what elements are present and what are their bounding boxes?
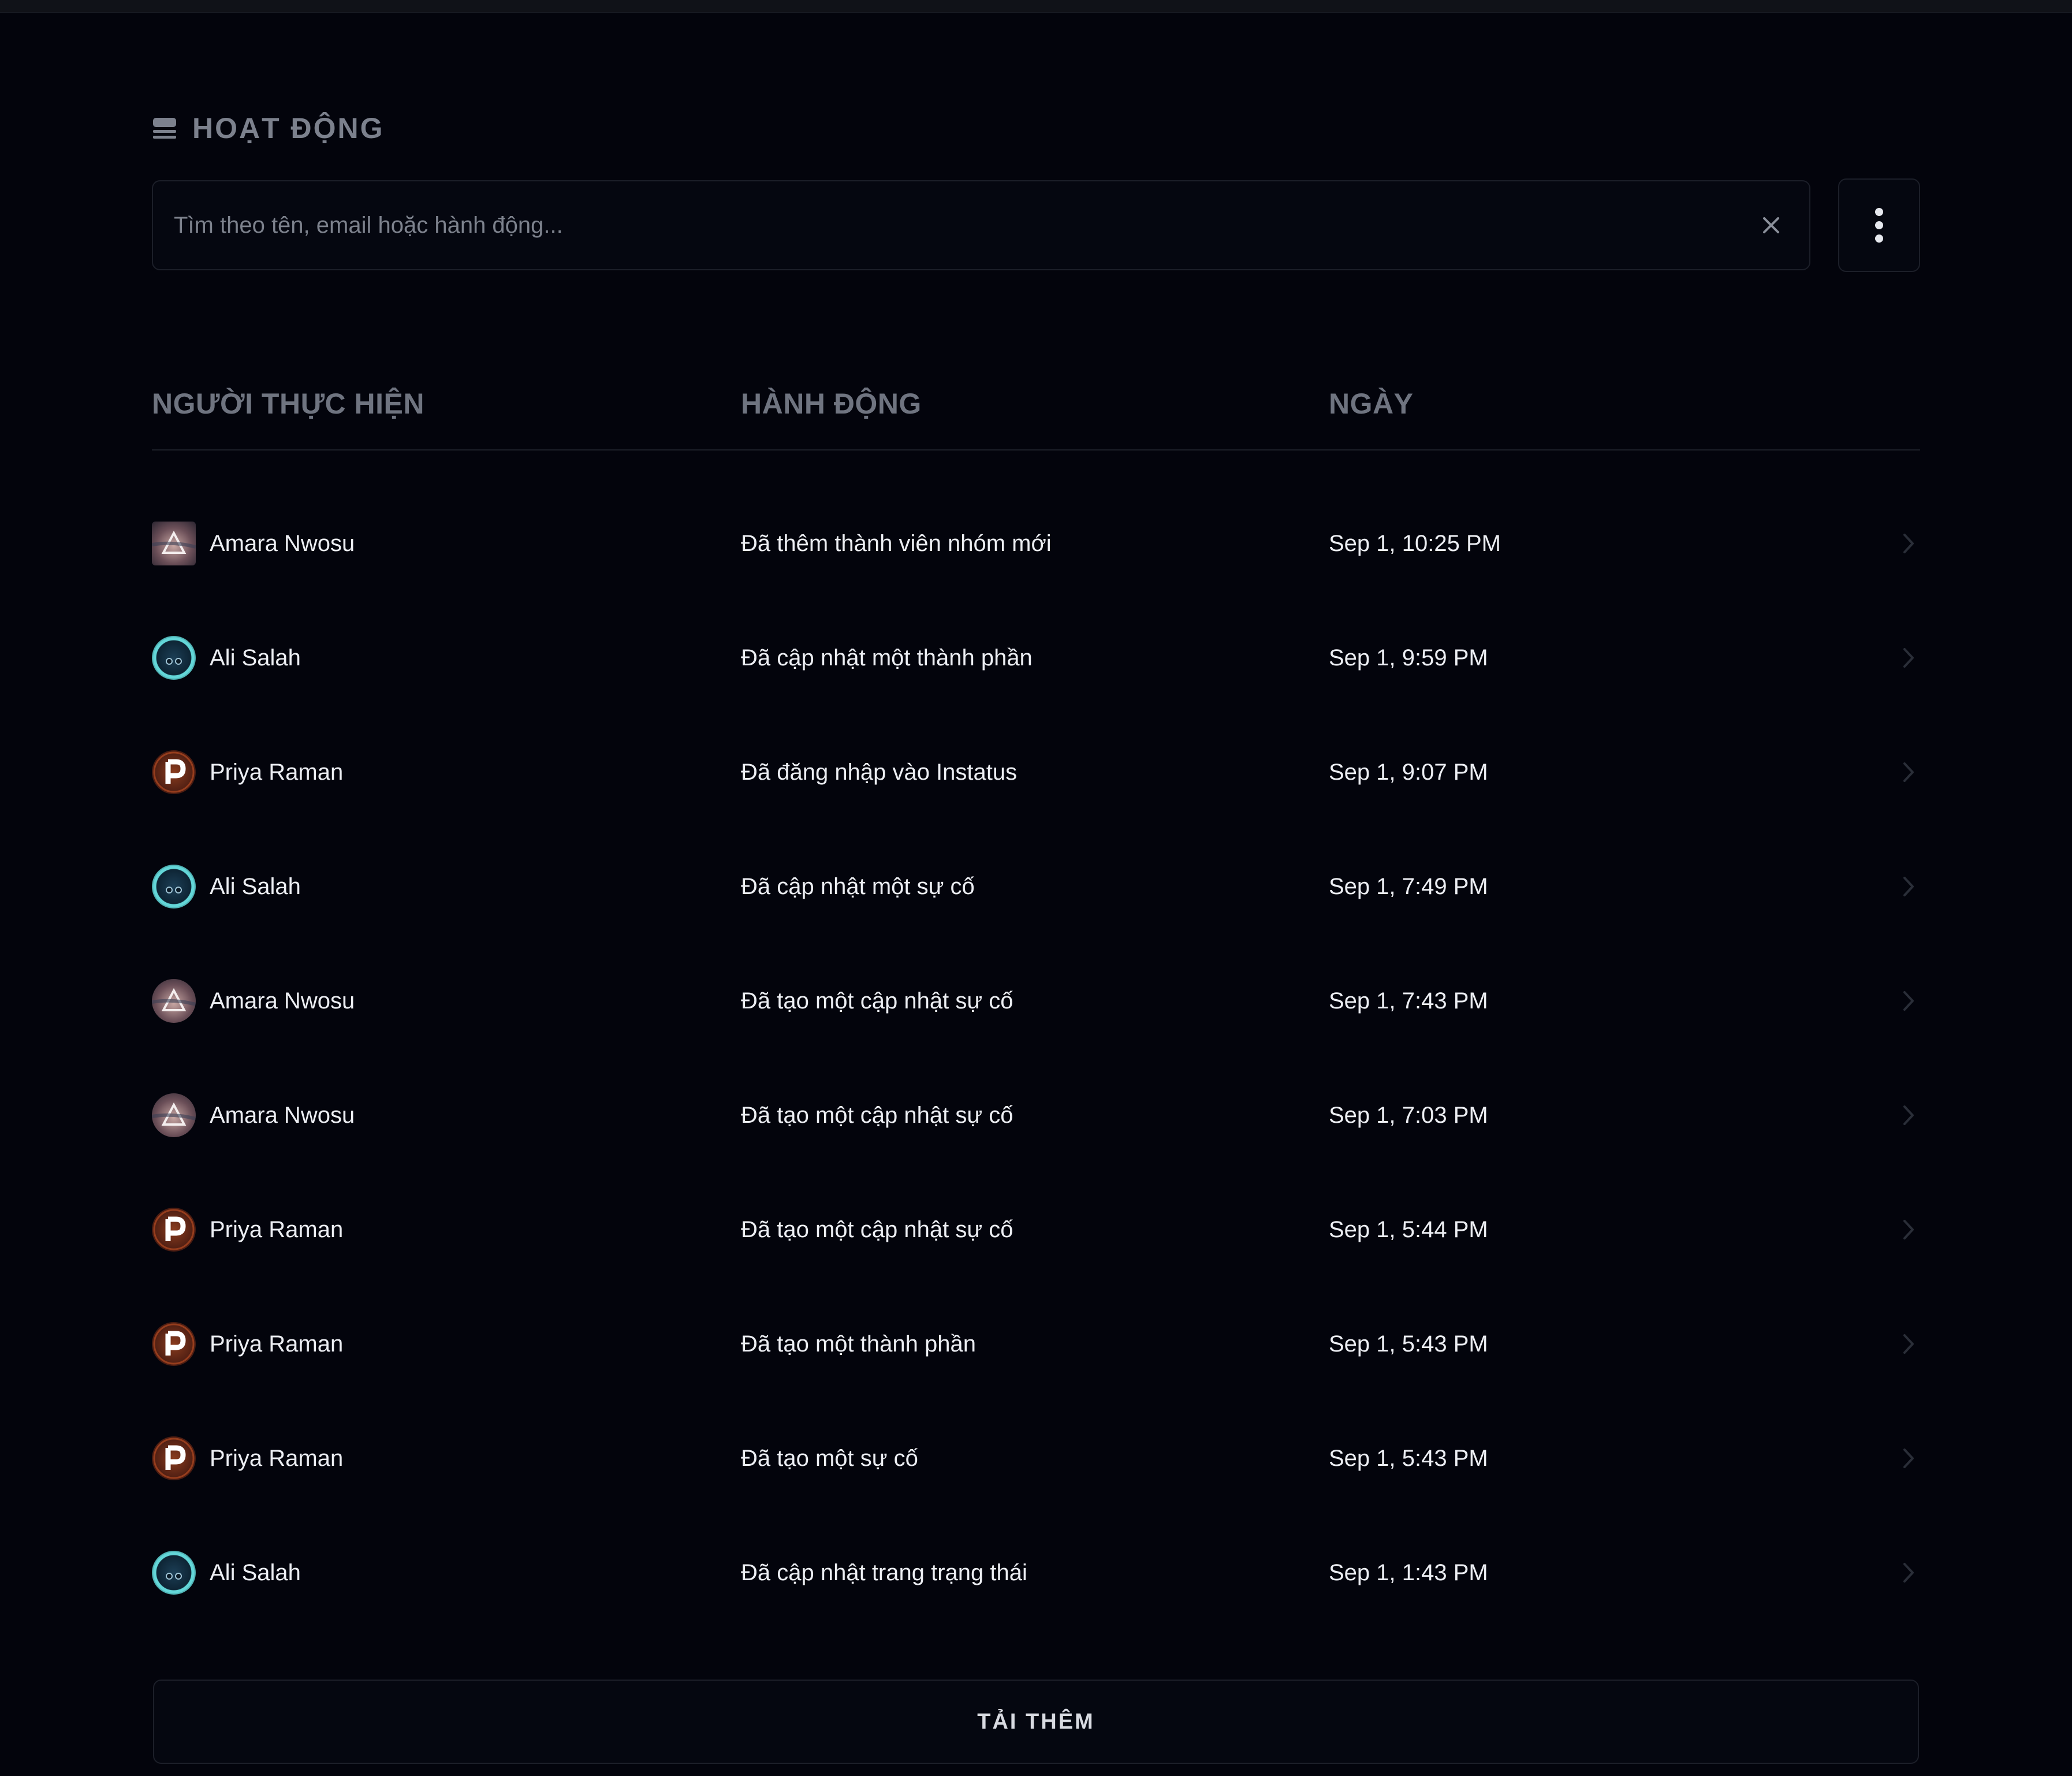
action-cell: Đã cập nhật một thành phần	[741, 645, 1033, 671]
page-title: HOẠT ĐỘNG	[192, 112, 385, 144]
user-cell: Priya Raman	[152, 715, 343, 829]
user-name: Priya Raman	[210, 759, 344, 785]
date-cell: Sep 1, 9:59 PM	[1329, 645, 1488, 671]
date-cell: Sep 1, 5:43 PM	[1329, 1331, 1488, 1357]
table-row[interactable]: Ali Salah Đã cập nhật một sự cố Sep 1, 7:4…	[152, 829, 1920, 944]
chevron-right-icon[interactable]	[1897, 1516, 1920, 1630]
date-cell: Sep 1, 7:03 PM	[1329, 1102, 1488, 1128]
date-cell: Sep 1, 7:43 PM	[1329, 988, 1488, 1014]
user-cell: Ali Salah	[152, 601, 301, 715]
chevron-right-icon[interactable]	[1897, 601, 1920, 715]
user-name: Amara Nwosu	[210, 1102, 355, 1128]
user-cell: Priya Raman	[152, 1287, 343, 1401]
avatar	[152, 1551, 196, 1595]
top-bar	[0, 0, 2072, 13]
action-cell: Đã tạo một cập nhật sự cố	[741, 988, 1013, 1014]
date-cell: Sep 1, 5:44 PM	[1329, 1216, 1488, 1242]
activity-page: HOẠT ĐỘNG NGƯỜI THỰC HIỆN HÀNH ĐỘNG NGÀY…	[0, 13, 2072, 1776]
action-cell: Đã tạo một cập nhật sự cố	[741, 1216, 1013, 1242]
user-name: Priya Raman	[210, 1331, 344, 1357]
search-box	[152, 180, 1810, 270]
avatar	[152, 750, 196, 794]
user-name: Ali Salah	[210, 1559, 301, 1585]
activity-list: Amara Nwosu Đã thêm thành viên nhóm mới Se…	[152, 486, 1920, 1630]
load-more-button[interactable]: TẢI THÊM	[153, 1680, 1919, 1764]
table-row[interactable]: Ali Salah Đã cập nhật một thành phần Sep 1…	[152, 601, 1920, 715]
user-cell: Priya Raman	[152, 1401, 343, 1516]
chevron-right-icon[interactable]	[1897, 1287, 1920, 1401]
avatar	[152, 1436, 196, 1480]
table-row[interactable]: Amara Nwosu Đã thêm thành viên nhóm mới Se…	[152, 486, 1920, 601]
more-options-button[interactable]	[1838, 178, 1920, 272]
action-cell: Đã tạo một sự cố	[741, 1445, 918, 1471]
page-header: HOẠT ĐỘNG	[152, 108, 385, 148]
action-cell: Đã cập nhật trang trạng thái	[741, 1559, 1027, 1585]
avatar	[152, 522, 196, 565]
chevron-right-icon[interactable]	[1897, 486, 1920, 601]
action-cell: Đã cập nhật một sự cố	[741, 873, 975, 899]
user-cell: Amara Nwosu	[152, 1058, 355, 1172]
column-header-date: NGÀY	[1329, 388, 1414, 420]
table-row[interactable]: Priya Raman Đã đăng nhập vào Instatus Sep …	[152, 715, 1920, 829]
table-row[interactable]: Priya Raman Đã tạo một thành phần Sep 1, 5…	[152, 1287, 1920, 1401]
table-row[interactable]: Amara Nwosu Đã tạo một cập nhật sự cố Sep …	[152, 1058, 1920, 1172]
table-row[interactable]: Priya Raman Đã tạo một sự cố Sep 1, 5:43 P…	[152, 1401, 1920, 1516]
action-cell: Đã đăng nhập vào Instatus	[741, 759, 1018, 785]
avatar	[152, 1093, 196, 1137]
activity-list-icon	[152, 116, 177, 141]
user-name: Ali Salah	[210, 873, 301, 899]
table-header: NGƯỜI THỰC HIỆN HÀNH ĐỘNG NGÀY	[152, 371, 1920, 450]
user-cell: Amara Nwosu	[152, 486, 355, 601]
user-name: Amara Nwosu	[210, 988, 355, 1014]
avatar	[152, 979, 196, 1023]
action-cell: Đã thêm thành viên nhóm mới	[741, 530, 1052, 556]
chevron-right-icon[interactable]	[1897, 1172, 1920, 1287]
user-cell: Ali Salah	[152, 1516, 301, 1630]
chevron-right-icon[interactable]	[1897, 715, 1920, 829]
avatar	[152, 1208, 196, 1252]
column-header-user: NGƯỜI THỰC HIỆN	[152, 388, 425, 420]
more-vertical-icon	[1875, 208, 1883, 243]
user-cell: Ali Salah	[152, 829, 301, 944]
avatar	[152, 1322, 196, 1366]
chevron-right-icon[interactable]	[1897, 944, 1920, 1058]
user-name: Priya Raman	[210, 1216, 344, 1242]
date-cell: Sep 1, 10:25 PM	[1329, 530, 1501, 556]
action-cell: Đã tạo một thành phần	[741, 1331, 976, 1357]
chevron-right-icon[interactable]	[1897, 1058, 1920, 1172]
avatar	[152, 636, 196, 680]
column-header-action: HÀNH ĐỘNG	[741, 388, 922, 420]
avatar	[152, 865, 196, 909]
chevron-right-icon[interactable]	[1897, 1401, 1920, 1516]
chevron-right-icon[interactable]	[1897, 829, 1920, 944]
user-name: Amara Nwosu	[210, 530, 355, 556]
close-icon[interactable]	[1754, 208, 1788, 243]
table-row[interactable]: Priya Raman Đã tạo một cập nhật sự cố Sep …	[152, 1172, 1920, 1287]
user-cell: Amara Nwosu	[152, 944, 355, 1058]
table-row[interactable]: Amara Nwosu Đã tạo một cập nhật sự cố Sep …	[152, 944, 1920, 1058]
date-cell: Sep 1, 1:43 PM	[1329, 1559, 1488, 1585]
user-name: Priya Raman	[210, 1445, 344, 1471]
date-cell: Sep 1, 9:07 PM	[1329, 759, 1488, 785]
search-input[interactable]	[174, 212, 1754, 239]
user-cell: Priya Raman	[152, 1172, 343, 1287]
date-cell: Sep 1, 7:49 PM	[1329, 873, 1488, 899]
action-cell: Đã tạo một cập nhật sự cố	[741, 1102, 1013, 1128]
user-name: Ali Salah	[210, 645, 301, 671]
table-row[interactable]: Ali Salah Đã cập nhật trang trạng thái Sep…	[152, 1516, 1920, 1630]
date-cell: Sep 1, 5:43 PM	[1329, 1445, 1488, 1471]
